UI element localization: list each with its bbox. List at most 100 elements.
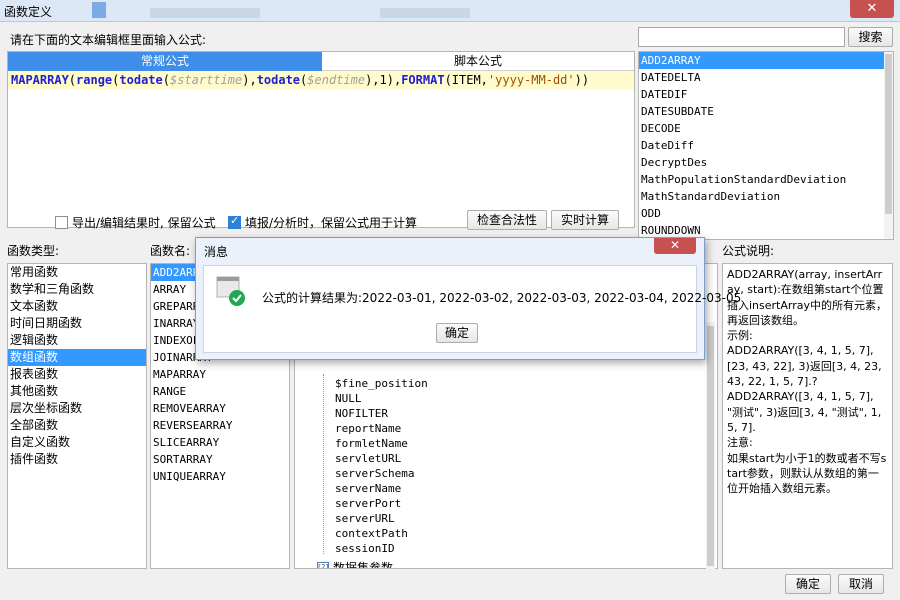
function-description-label: 公式说明:	[722, 244, 775, 258]
function-name-item[interactable]: UNIQUEARRAY	[151, 468, 289, 485]
function-search-item[interactable]: DecryptDes	[639, 154, 893, 171]
function-search-item[interactable]: ADD2ARRAY	[639, 52, 893, 69]
tree-leaf-item[interactable]: serverPort	[335, 496, 401, 511]
formula-token: (ITEM,	[444, 73, 488, 87]
function-search-item[interactable]: MathStandardDeviation	[639, 188, 893, 205]
tree-leaf-item[interactable]: serverSchema	[335, 466, 414, 481]
formula-token: todate	[256, 73, 301, 87]
function-category-list[interactable]: 常用函数 数学和三角函数 文本函数 时间日期函数 逻辑函数 数组函数 报表函数 其他函数 层次坐…	[7, 263, 147, 569]
function-name-item[interactable]: MAPARRAY	[151, 366, 289, 383]
background-tab-ghost	[380, 8, 470, 18]
message-body: 公式的计算结果为:2022-03-01, 2022-03-02, 2022-03…	[203, 265, 741, 353]
formula-token: ),1),	[365, 73, 402, 87]
formula-text-input[interactable]: MAPARRAY(range(todate($starttime),todate…	[8, 71, 634, 90]
search-button[interactable]: 搜索	[848, 27, 893, 47]
realtime-calc-button[interactable]: 实时计算	[551, 210, 619, 230]
tab-normal-formula[interactable]: 常规公式	[8, 52, 322, 71]
formula-token: range	[76, 73, 113, 87]
tree-leaf-item[interactable]: servletURL	[335, 451, 401, 466]
tree-leaf-item[interactable]: NULL	[335, 391, 362, 406]
fill-keep-formula-label: 填报/分析时，保留公式用于计算	[245, 216, 418, 230]
function-list-scrollbar[interactable]	[884, 52, 893, 239]
formula-token: MAPARRAY	[11, 73, 69, 87]
tree-node[interactable]: [?] 数据集参数	[317, 559, 394, 569]
dataset-parameter-icon: [?]	[317, 561, 329, 568]
message-ok-button[interactable]: 确定	[436, 323, 478, 343]
category-item[interactable]: 文本函数	[8, 298, 146, 315]
formula-token: (	[162, 73, 170, 87]
success-icon	[216, 276, 245, 306]
category-item[interactable]: 报表函数	[8, 366, 146, 383]
check-validity-button[interactable]: 检查合法性	[467, 210, 547, 230]
function-type-label: 函数类型:	[7, 244, 60, 258]
tree-leaf-item[interactable]: reportName	[335, 421, 401, 436]
function-search-item[interactable]: DATEDIF	[639, 86, 893, 103]
category-item[interactable]: 数组函数	[8, 349, 146, 366]
category-item[interactable]: 插件函数	[8, 451, 146, 468]
function-name-item[interactable]: REVERSEARRAY	[151, 417, 289, 434]
formula-token: $starttime	[169, 73, 243, 87]
description-line: ADD2ARRAY(array, insertArray, start):在数组…	[727, 268, 887, 327]
description-line: 如果start为小于1的数或者不写start参数，则默认从数组的第一位开始插入数…	[727, 451, 887, 496]
formula-token: ))	[574, 73, 590, 87]
formula-token: 'yyyy-MM-dd'	[487, 73, 575, 87]
function-name-item[interactable]: RANGE	[151, 383, 289, 400]
formula-token: (	[68, 73, 77, 87]
tree-leaf-item[interactable]: serverName	[335, 481, 401, 496]
category-item[interactable]: 层次坐标函数	[8, 400, 146, 417]
fill-keep-formula-checkbox[interactable]	[228, 214, 241, 229]
category-item[interactable]: 逻辑函数	[8, 332, 146, 349]
category-item[interactable]: 数学和三角函数	[8, 281, 146, 298]
category-item[interactable]: 时间日期函数	[8, 315, 146, 332]
function-search-item[interactable]: DATESUBDATE	[639, 103, 893, 120]
category-item[interactable]: 自定义函数	[8, 434, 146, 451]
function-name-label: 函数名:	[150, 244, 191, 258]
tree-node-label: 数据集参数	[333, 561, 394, 569]
formula-editor: 常规公式 脚本公式 MAPARRAY(range(todate($startti…	[7, 51, 635, 228]
window-title: 函数定义	[4, 5, 53, 19]
prompt-label: 请在下面的文本编辑框里面输入公式:	[10, 33, 207, 47]
function-search-item[interactable]: DateDiff	[639, 137, 893, 154]
tree-leaf-item[interactable]: formletName	[335, 436, 408, 451]
description-line: ADD2ARRAY([3, 4, 1, 5, 7], [23, 43, 22],…	[727, 344, 882, 389]
category-item[interactable]: 其他函数	[8, 383, 146, 400]
category-item[interactable]: 全部函数	[8, 417, 146, 434]
function-search-input[interactable]	[638, 27, 845, 47]
description-line: ADD2ARRAY([3, 4, 1, 5, 7], "测试", 3)返回[3,…	[727, 390, 882, 434]
message-text: 公式的计算结果为:2022-03-01, 2022-03-02, 2022-03…	[262, 291, 742, 305]
function-name-item[interactable]: SLICEARRAY	[151, 434, 289, 451]
export-keep-formula-option[interactable]: 导出/编辑结果时, 保留公式	[55, 214, 216, 231]
ok-button[interactable]: 确定	[785, 574, 831, 594]
formula-token: todate	[119, 73, 163, 87]
tree-leaf-item[interactable]: serverURL	[335, 511, 395, 526]
description-line: 示例:	[727, 329, 753, 343]
description-line: 注意:	[727, 436, 753, 450]
message-dialog: 消息 ✕ 公式的计算结果为:2022-03-01, 2022-03-02, 20…	[195, 237, 741, 360]
background-tab-ghost	[150, 8, 260, 18]
tab-script-formula[interactable]: 脚本公式	[322, 52, 634, 71]
background-app-icon	[92, 2, 106, 18]
cancel-button[interactable]: 取消	[838, 574, 884, 594]
function-search-item[interactable]: DATEDELTA	[639, 69, 893, 86]
function-search-item[interactable]: DECODE	[639, 120, 893, 137]
tree-leaf-item[interactable]: NOFILTER	[335, 406, 388, 421]
function-name-item[interactable]: REMOVEARRAY	[151, 400, 289, 417]
category-item[interactable]: 常用函数	[8, 264, 146, 281]
export-keep-formula-checkbox[interactable]	[55, 216, 68, 229]
title-bar: 函数定义 ✕	[0, 0, 900, 22]
tree-scrollbar[interactable]	[706, 322, 715, 569]
function-description: ADD2ARRAY(array, insertArray, start):在数组…	[722, 263, 893, 569]
function-name-item[interactable]: SORTARRAY	[151, 451, 289, 468]
fill-keep-formula-option[interactable]: 填报/分析时，保留公式用于计算	[228, 214, 417, 231]
message-title: 消息	[204, 245, 229, 259]
function-search-item[interactable]: MathPopulationStandardDeviation	[639, 171, 893, 188]
message-close-button[interactable]: ✕	[654, 238, 696, 254]
tree-leaf-item[interactable]: $fine_position	[335, 376, 428, 391]
tree-leaf-item[interactable]: contextPath	[335, 526, 408, 541]
formula-token: ),	[242, 73, 257, 87]
function-search-item[interactable]: ODD	[639, 205, 893, 222]
window-close-button[interactable]: ✕	[850, 0, 894, 18]
function-search-list[interactable]: ADD2ARRAY DATEDELTA DATEDIF DATESUBDATE DECO…	[638, 51, 894, 240]
tree-leaf-item[interactable]: sessionID	[335, 541, 395, 556]
formula-token: FORMAT	[401, 73, 445, 87]
